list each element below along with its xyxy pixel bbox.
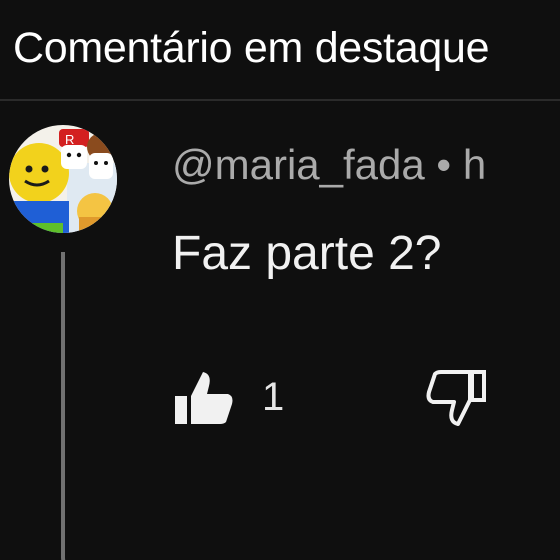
reply-thread-line bbox=[61, 252, 75, 560]
like-count: 1 bbox=[262, 375, 285, 419]
comment-meta: @maria_fada • h bbox=[172, 139, 486, 191]
avatar-image: R bbox=[9, 125, 117, 233]
meta-separator: • bbox=[424, 141, 463, 188]
divider bbox=[0, 99, 560, 101]
page-title: Comentário em destaque bbox=[13, 24, 490, 72]
dislike-button[interactable] bbox=[424, 366, 488, 430]
avatar[interactable]: R bbox=[9, 125, 117, 233]
author-handle[interactable]: @maria_fada bbox=[172, 141, 425, 188]
timestamp: h bbox=[462, 141, 487, 188]
comment-text: Faz parte 2? bbox=[172, 227, 442, 280]
thumbs-down-icon bbox=[426, 370, 486, 426]
svg-text:R: R bbox=[65, 132, 74, 147]
thumbs-up-icon bbox=[175, 372, 233, 424]
like-button[interactable] bbox=[172, 366, 236, 430]
